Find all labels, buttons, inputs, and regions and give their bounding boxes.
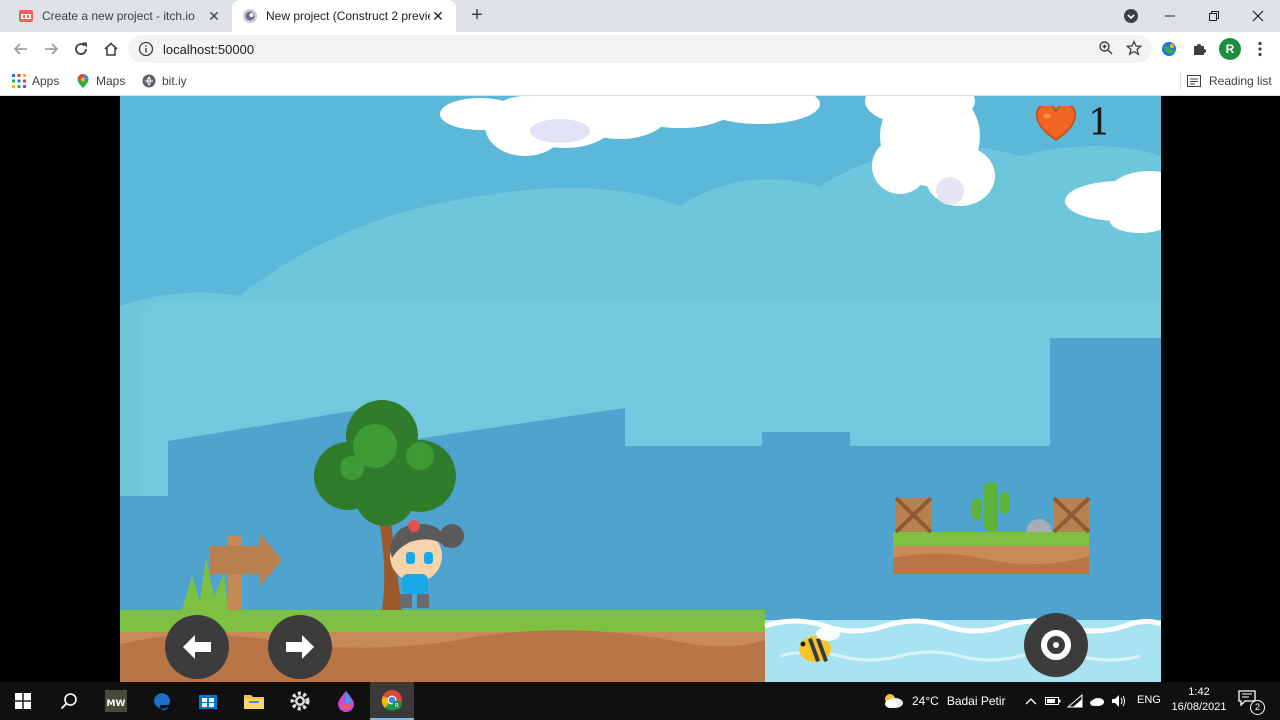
system-tray	[1020, 682, 1130, 720]
arrow-right-icon	[286, 635, 314, 659]
game-scene	[120, 96, 1161, 682]
browser-toolbar: localhost:50000	[0, 32, 1280, 66]
zoom-icon[interactable]	[1098, 40, 1114, 59]
home-icon[interactable]	[98, 36, 124, 62]
heart-icon	[1036, 106, 1076, 141]
notification-center-icon[interactable]: 2	[1238, 690, 1265, 715]
move-right-button[interactable]	[268, 615, 332, 679]
extension-globe-icon[interactable]	[1157, 37, 1181, 61]
reload-icon[interactable]	[68, 36, 94, 62]
wooden-crate-left	[894, 496, 933, 534]
wooden-crate-right	[1052, 496, 1091, 534]
bookmarks-bar: Apps Maps bit.iy Reading list	[0, 66, 1280, 96]
wifi-icon[interactable]	[1064, 682, 1086, 720]
floating-platform	[893, 532, 1089, 574]
bookmark-label: bit.iy	[162, 74, 187, 88]
bookmark-bitly[interactable]: bit.iy	[142, 72, 187, 90]
tab-title: New project (Construct 2 preview)	[266, 9, 430, 23]
page-viewport: 1	[0, 96, 1280, 682]
clock-date: 16/08/2021	[1171, 701, 1227, 713]
reading-list-button[interactable]: Reading list	[1180, 72, 1272, 90]
profile-avatar[interactable]: R	[1219, 38, 1241, 60]
move-left-button[interactable]	[165, 615, 229, 679]
close-tab-icon[interactable]: ✕	[206, 8, 222, 25]
chrome-icon[interactable]: R	[370, 682, 414, 720]
svg-text:R: R	[395, 703, 399, 710]
arrow-left-icon	[183, 635, 211, 659]
drop-app-icon[interactable]	[324, 682, 368, 720]
input-language[interactable]: ENG	[1137, 694, 1161, 706]
start-icon[interactable]	[0, 682, 46, 720]
close-tab-icon[interactable]: ✕	[430, 8, 446, 25]
volume-icon[interactable]	[1108, 682, 1130, 720]
tab-construct-preview[interactable]: New project (Construct 2 preview) ✕	[232, 0, 456, 32]
forward-icon[interactable]	[38, 36, 64, 62]
browser-menu-icon[interactable]	[1250, 38, 1270, 60]
lives-counter: 1	[1036, 104, 1111, 144]
construct-favicon	[242, 8, 258, 24]
bookmark-label: Apps	[32, 74, 60, 88]
bookmark-star-icon[interactable]	[1125, 39, 1143, 59]
reading-list-label: Reading list	[1209, 74, 1272, 88]
bookmark-apps[interactable]: Apps	[12, 72, 59, 90]
svg-text:MW: MW	[107, 699, 126, 709]
extensions-puzzle-icon[interactable]	[1187, 37, 1211, 61]
window-controls	[1148, 0, 1280, 32]
browser-tab-strip: Create a new project - itch.io ✕ New pro…	[0, 0, 1280, 32]
windows-taskbar: MW R 24°C Badai Petir ENG 1:42 16/08/202…	[0, 682, 1280, 720]
weather-widget[interactable]: 24°C Badai Petir	[882, 682, 1006, 720]
itchio-favicon	[18, 8, 34, 24]
close-window-icon[interactable]	[1236, 0, 1280, 32]
new-tab-button[interactable]: +	[466, 5, 488, 27]
clock[interactable]: 1:42 16/08/2021	[1168, 685, 1230, 715]
weather-text: Badai Petir	[946, 694, 1006, 708]
thunderstorm-icon	[885, 694, 903, 708]
settings-icon[interactable]	[278, 682, 322, 720]
bookmark-label: Maps	[96, 74, 126, 88]
maps-pin-icon	[77, 74, 89, 88]
site-info-icon[interactable]	[138, 41, 154, 57]
chevron-up-icon[interactable]	[1020, 682, 1042, 720]
minimize-icon[interactable]	[1148, 0, 1192, 32]
jump-button[interactable]	[1024, 613, 1088, 677]
weather-temp: 24°C	[912, 694, 939, 708]
jump-target-icon	[1041, 630, 1071, 660]
tab-search-icon[interactable]	[1123, 8, 1139, 24]
battery-icon[interactable]	[1042, 682, 1064, 720]
url-text[interactable]: localhost:50000	[163, 42, 254, 57]
apps-grid-icon	[12, 74, 26, 88]
game-canvas[interactable]: 1	[120, 96, 1161, 682]
bitly-icon	[142, 74, 156, 88]
store-icon[interactable]	[186, 682, 230, 720]
lives-count: 1	[1088, 103, 1111, 144]
mw-app-icon[interactable]: MW	[94, 682, 138, 720]
address-bar[interactable]: localhost:50000	[128, 35, 1152, 63]
edge-icon[interactable]	[140, 682, 184, 720]
tab-itchio[interactable]: Create a new project - itch.io ✕	[0, 0, 232, 32]
notification-count: 2	[1250, 700, 1265, 715]
restore-icon[interactable]	[1192, 0, 1236, 32]
tab-title: Create a new project - itch.io	[42, 9, 195, 23]
clock-time: 1:42	[1188, 686, 1210, 698]
back-icon[interactable]	[8, 36, 34, 62]
bookmark-maps[interactable]: Maps	[76, 72, 125, 90]
onedrive-cloud-icon[interactable]	[1086, 682, 1108, 720]
search-icon[interactable]	[46, 682, 92, 720]
reading-list-icon	[1187, 75, 1201, 87]
file-explorer-icon[interactable]	[232, 682, 276, 720]
